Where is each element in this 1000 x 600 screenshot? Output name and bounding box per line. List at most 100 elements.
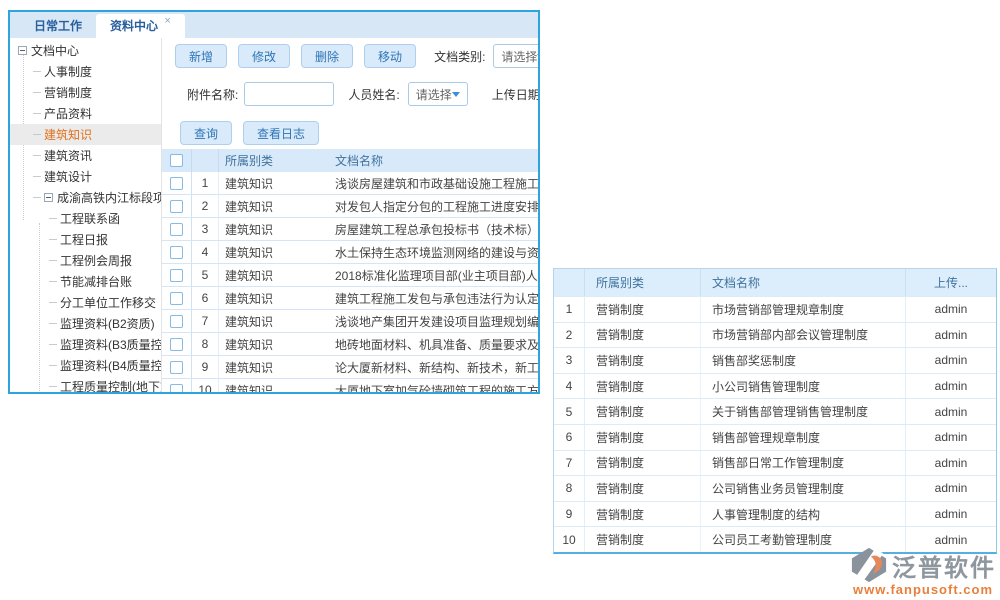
tree-item[interactable]: 工程例会周报 [10,250,161,271]
row-checkbox[interactable] [170,177,183,190]
tree-connector [49,281,57,282]
row-uploader: admin [906,323,996,348]
attachment-name-input[interactable] [244,82,334,106]
fanpu-logo: 泛普软件 www.fanpusoft.com [850,546,996,597]
table-row[interactable]: 8 营销制度 公司销售业务员管理制度 admin [554,475,996,501]
table-row[interactable]: 3 营销制度 销售部奖惩制度 admin [554,347,996,373]
table-row[interactable]: 1 营销制度 市场营销部管理规章制度 admin [554,296,996,322]
table-row[interactable]: 9 建筑知识 论大厦新材料、新结构、新技术，新工... [162,356,538,379]
tree-item[interactable]: 监理资料(B2资质) [10,313,161,334]
person-name-value: 请选择 [416,86,452,103]
action-button[interactable]: 查询 [180,121,232,145]
table-header: 所属别类 文档名称 [162,149,538,172]
tree-item[interactable]: 节能减排台账 [10,271,161,292]
row-checkbox[interactable] [170,246,183,259]
row-doc-name: 地砖地面材料、机具准备、质量要求及... [331,333,538,355]
attachment-name-label: 附件名称: [187,86,238,103]
row-checkbox[interactable] [170,384,183,393]
toolbar-button[interactable]: 移动 [364,44,416,68]
row-number: 3 [554,348,585,373]
row-checkbox[interactable] [170,223,183,236]
tree-item[interactable]: 监理资料(B3质量控制) [10,334,161,355]
uploader-column-header: 上传... [906,269,996,296]
row-doc-name: 市场营销部管理规章制度 [701,297,906,322]
row-checkbox[interactable] [170,292,183,305]
upload-date-label-clipped: 上传日期 [492,86,538,103]
table-row[interactable]: 6 建筑知识 建筑工程施工发包与承包违法行为认定... [162,287,538,310]
doc-category-select[interactable]: 请选择 [493,44,538,68]
table-row[interactable]: 6 营销制度 销售部管理规章制度 admin [554,424,996,450]
collapse-icon[interactable] [18,46,27,55]
row-number: 10 [554,527,585,552]
person-name-select[interactable]: 请选择 [408,82,468,106]
row-checkbox[interactable] [170,200,183,213]
row-number: 7 [192,310,219,332]
table-row[interactable]: 7 建筑知识 浅谈地产集团开发建设项目监理规划编... [162,310,538,333]
table-row[interactable]: 7 营销制度 销售部日常工作管理制度 admin [554,450,996,476]
tree-connector [49,218,57,219]
collapse-icon[interactable] [44,193,53,202]
tree-item[interactable]: 文档中心 [10,40,161,61]
tree-item[interactable]: 成渝高铁内江标段项目 [10,187,161,208]
close-icon[interactable]: × [164,15,170,27]
tree-item[interactable]: 建筑资讯 [10,145,161,166]
tree-item-label: 建筑资讯 [44,147,92,164]
tree-item-label: 营销制度 [44,84,92,101]
row-category: 营销制度 [585,348,701,373]
tree-connector [49,302,57,303]
row-checkbox[interactable] [170,338,183,351]
table-row[interactable]: 2 建筑知识 对发包人指定分包的工程施工进度安排... [162,195,538,218]
tree-item[interactable]: 建筑知识 [10,124,161,145]
table-row[interactable]: 3 建筑知识 房屋建筑工程总承包投标书（技术标）... [162,218,538,241]
select-all-checkbox[interactable] [170,154,183,167]
tree-item[interactable]: 监理资料(B4质量控制) [10,355,161,376]
chevron-down-icon [452,92,460,97]
table-row[interactable]: 5 建筑知识 2018标准化监理项目部(业主项目部)人员... [162,264,538,287]
tree-item-label: 成渝高铁内江标段项目 [57,189,162,206]
tree-item-label: 文档中心 [31,42,79,59]
table-row[interactable]: 1 建筑知识 浅谈房屋建筑和市政基础设施工程施工... [162,172,538,195]
row-checkbox[interactable] [170,269,183,282]
tree-item-label: 产品资料 [44,105,92,122]
tree-item[interactable]: 建筑设计 [10,166,161,187]
row-number: 10 [192,379,219,392]
row-uploader: admin [906,502,996,527]
logo-url: www.fanpusoft.com [853,582,993,597]
row-checkbox[interactable] [170,315,183,328]
table-row[interactable]: 4 营销制度 小公司销售管理制度 admin [554,373,996,399]
table-header: 所属别类 文档名称 上传... [554,269,996,296]
tree-item[interactable]: 工程质量控制(地下室) [10,376,161,392]
tree-item[interactable]: 分工单位工作移交 [10,292,161,313]
table-row[interactable]: 10 建筑知识 大厦地下室加气砼墙砌筑工程的施工方... [162,379,538,392]
tree-item[interactable]: 产品资料 [10,103,161,124]
person-name-label: 人员姓名: [348,86,399,103]
row-category: 营销制度 [585,502,701,527]
tree-item[interactable]: 营销制度 [10,82,161,103]
toolbar-button[interactable]: 删除 [301,44,353,68]
row-number: 5 [192,264,219,286]
tree-item-label: 分工单位工作移交 [60,294,156,311]
window-body: 文档中心 人事制度 营销制度 产品资料 [10,38,538,392]
tab-data-center[interactable]: 资料中心 × [96,14,185,38]
tree-item[interactable]: 工程联系函 [10,208,161,229]
row-number: 4 [554,374,585,399]
table-row[interactable]: 2 营销制度 市场营销部内部会议管理制度 admin [554,322,996,348]
tree-connector [49,386,57,387]
row-doc-name: 建筑工程施工发包与承包违法行为认定... [331,287,538,309]
table-row[interactable]: 5 营销制度 关于销售部管理销售管理制度 admin [554,398,996,424]
table-row[interactable]: 9 营销制度 人事管理制度的结构 admin [554,501,996,527]
row-doc-name: 浅谈房屋建筑和市政基础设施工程施工... [331,172,538,194]
content-area: 新增修改删除移动 文档类别: 请选择 文档 附件名称: 人员姓名: 请选择 [162,38,538,392]
toolbar-button[interactable]: 修改 [238,44,290,68]
table-row[interactable]: 8 建筑知识 地砖地面材料、机具准备、质量要求及... [162,333,538,356]
row-uploader: admin [906,399,996,424]
tree-item[interactable]: 工程日报 [10,229,161,250]
toolbar-button[interactable]: 新增 [175,44,227,68]
tree-item-label: 人事制度 [44,63,92,80]
table-row[interactable]: 4 建筑知识 水土保持生态环境监测网络的建设与资... [162,241,538,264]
row-checkbox[interactable] [170,361,183,374]
action-button[interactable]: 查看日志 [243,121,319,145]
tree-item[interactable]: 人事制度 [10,61,161,82]
tab-daily-work[interactable]: 日常工作 [20,14,96,38]
tree-connector [49,323,57,324]
